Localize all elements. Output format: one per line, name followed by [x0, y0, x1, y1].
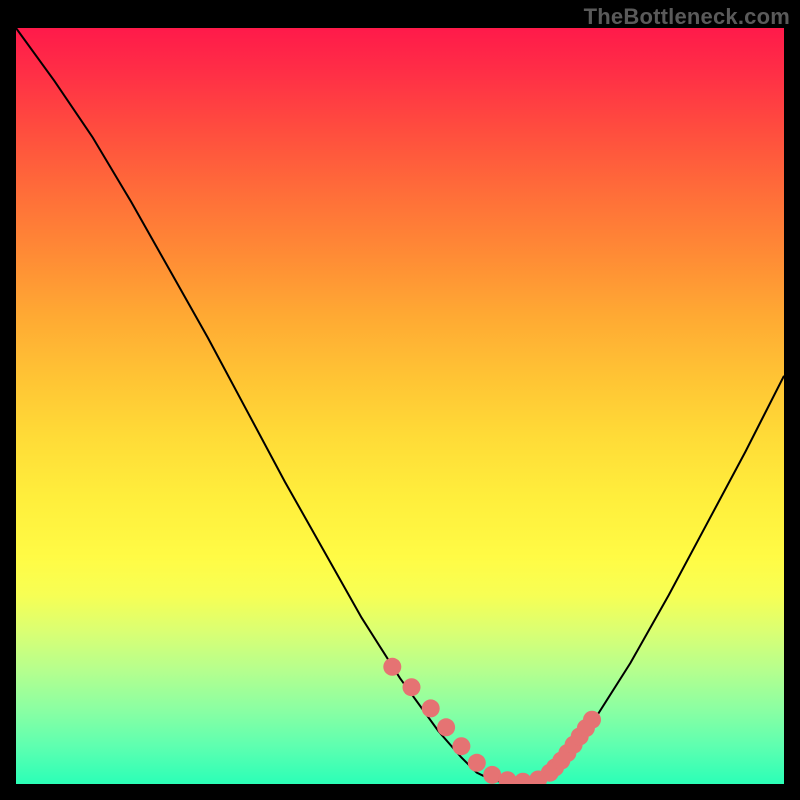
highlight-dot [483, 766, 501, 784]
chart-frame: TheBottleneck.com [0, 0, 800, 800]
highlight-dots [383, 658, 601, 784]
highlight-dot [403, 678, 421, 696]
highlight-dot [422, 699, 440, 717]
plot-svg [16, 28, 784, 784]
plot-area [16, 28, 784, 784]
highlight-dot [452, 737, 470, 755]
watermark-text: TheBottleneck.com [584, 4, 790, 30]
highlight-dot [383, 658, 401, 676]
highlight-dot [499, 771, 517, 784]
highlight-dot [583, 711, 601, 729]
highlight-dot [437, 718, 455, 736]
highlight-dot [468, 754, 486, 772]
highlight-dot [514, 773, 532, 784]
